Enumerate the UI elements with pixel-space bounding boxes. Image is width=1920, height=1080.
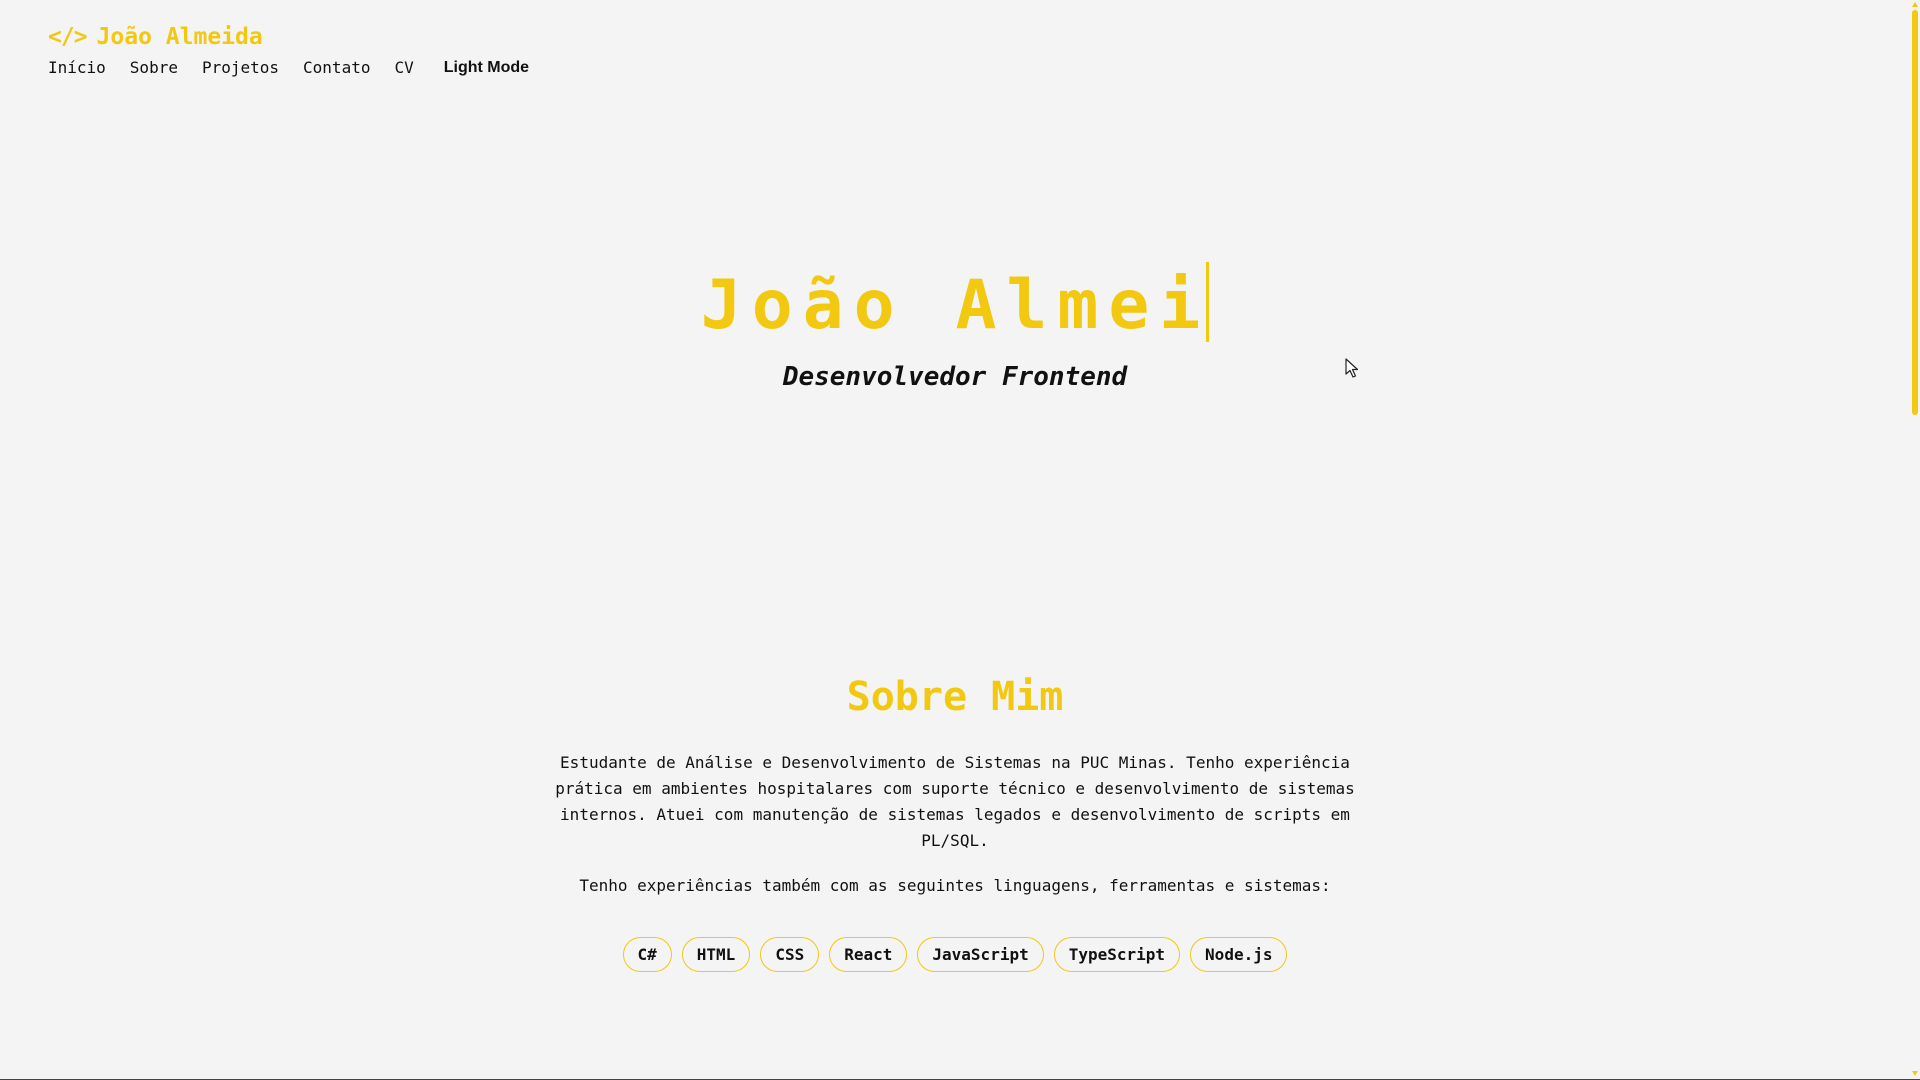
mouse-cursor-icon	[1345, 358, 1359, 378]
skill-tag: JavaScript	[917, 937, 1044, 972]
hero-title-text: João Almei	[700, 266, 1211, 345]
nav-link-cv[interactable]: CV	[394, 58, 413, 77]
nav-link-projetos[interactable]: Projetos	[202, 58, 279, 77]
skill-tag: C#	[622, 937, 672, 972]
nav-link-inicio[interactable]: Início	[48, 58, 106, 77]
about-section-title: Sobre Mim	[846, 674, 1064, 720]
nav-link-sobre[interactable]: Sobre	[130, 58, 178, 77]
site-brand[interactable]: </> João Almeida	[48, 24, 263, 50]
brand-name: João Almeida	[96, 24, 263, 50]
skill-tag: Node.js	[1190, 937, 1288, 972]
nav-link-contato[interactable]: Contato	[303, 58, 370, 77]
about-skills-intro: Tenho experiências também com as seguint…	[579, 876, 1331, 895]
scroll-down-arrow-icon[interactable]	[1912, 1071, 1918, 1076]
scroll-up-arrow-icon[interactable]	[1912, 2, 1918, 7]
typing-caret	[1206, 262, 1210, 342]
hero-subtitle: Desenvolvedor Frontend	[782, 362, 1128, 392]
skill-tag: TypeScript	[1053, 937, 1181, 972]
theme-toggle-button[interactable]: Light Mode	[444, 59, 529, 77]
skill-tag: CSS	[760, 937, 820, 972]
scrollbar-thumb[interactable]	[1912, 10, 1918, 415]
skill-tag: HTML	[681, 937, 751, 972]
about-paragraph: Estudante de Análise e Desenvolvimento d…	[555, 753, 1355, 850]
hero-title: João Almei	[0, 262, 1910, 346]
skills-list: C# HTML CSS React JavaScript TypeScript …	[0, 937, 1910, 972]
page-scrollbar[interactable]	[1910, 0, 1920, 1080]
main-nav: Início Sobre Projetos Contato CV Light M…	[48, 58, 529, 77]
skill-tag: React	[829, 937, 908, 972]
code-icon: </>	[48, 24, 88, 50]
